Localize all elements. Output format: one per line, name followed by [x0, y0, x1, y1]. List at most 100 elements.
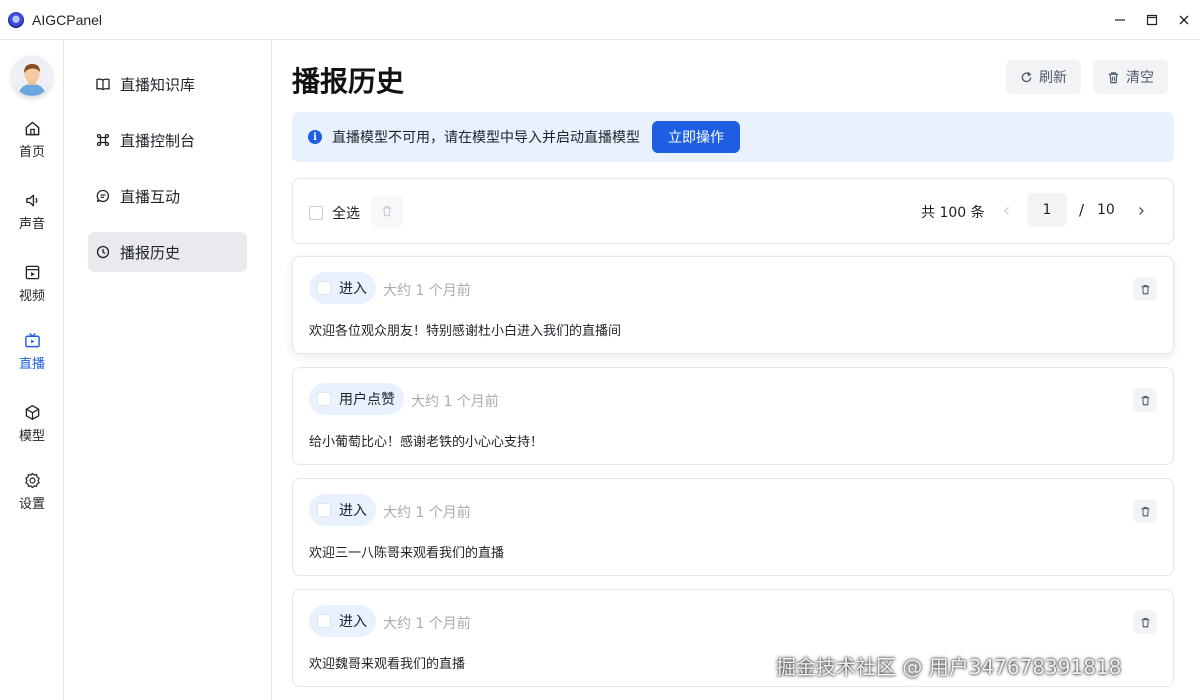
book-icon: [96, 78, 110, 91]
total-count: 共 100 条: [921, 205, 985, 221]
clear-label: 清空: [1126, 70, 1154, 86]
trash-icon: [1108, 71, 1119, 83]
rail-item-model[interactable]: 模型: [0, 396, 64, 452]
rail-item-settings[interactable]: 设置: [0, 464, 64, 520]
chevron-right-icon: [1139, 207, 1144, 215]
page-title: 播报历史: [292, 65, 405, 98]
message-time: 大约 1 个月前: [383, 283, 471, 299]
rail-item-home[interactable]: 首页: [0, 112, 64, 168]
submenu-item-knowledge[interactable]: 直播知识库: [88, 64, 247, 104]
refresh-label: 刷新: [1039, 70, 1067, 86]
close-icon: [1179, 15, 1189, 25]
title-bar: AIGCPanel: [0, 0, 1200, 40]
cube-icon: [25, 405, 39, 420]
delete-item-button[interactable]: [1133, 610, 1157, 634]
rail-item-label: 直播: [18, 357, 45, 372]
alert-text: 直播模型不可用，请在模型中导入并启动直播模型: [332, 130, 640, 146]
rail-item-label: 声音: [18, 217, 45, 232]
event-type: 用户点赞: [339, 392, 395, 408]
list-toolbar: 全选 共 100 条 / 10: [292, 178, 1174, 244]
avatar[interactable]: [12, 56, 52, 96]
submenu-item-interaction[interactable]: 直播互动: [88, 176, 247, 216]
live-tv-icon: [24, 332, 40, 348]
total-pages: 10: [1097, 202, 1115, 218]
list-item: 进入 大约 1 个月前 欢迎三一八陈哥来观看我们的直播: [292, 478, 1174, 576]
checkbox[interactable]: [317, 614, 331, 628]
submenu-item-console[interactable]: 直播控制台: [88, 120, 247, 160]
message-text: 欢迎魏哥来观看我们的直播: [309, 657, 466, 672]
delete-item-button[interactable]: [1133, 499, 1157, 523]
trash-icon: [1141, 506, 1149, 516]
checkbox[interactable]: [309, 206, 323, 220]
bulk-delete-button[interactable]: [371, 195, 403, 227]
main-content: 播报历史 刷新 清空 i 直播模型不可用，请在模型中导入并启动直播模型 立即操作…: [272, 40, 1200, 700]
checkbox[interactable]: [317, 281, 331, 295]
clear-all-button[interactable]: 清空: [1093, 60, 1168, 94]
event-type: 进入: [339, 503, 367, 519]
select-all-label: 全选: [332, 206, 360, 222]
submenu-item-label: 直播控制台: [120, 131, 196, 150]
command-icon: [96, 133, 110, 147]
sound-icon: [25, 194, 37, 207]
submenu-item-label: 播报历史: [120, 243, 181, 262]
event-type: 进入: [339, 281, 367, 297]
live-submenu: 直播知识库 直播控制台 直播互动 播报历史: [64, 40, 272, 700]
minimize-icon: [1115, 19, 1125, 21]
history-icon: [96, 245, 110, 259]
submenu-item-label: 直播互动: [120, 187, 181, 206]
minimize-button[interactable]: [1104, 0, 1136, 40]
delete-item-button[interactable]: [1133, 388, 1157, 412]
submenu-item-history[interactable]: 播报历史: [88, 232, 247, 272]
message-time: 大约 1 个月前: [411, 394, 499, 410]
window-controls: [1104, 0, 1200, 40]
nav-rail: 首页 声音 视频 直播 模型 设置: [0, 40, 64, 700]
prev-page-button[interactable]: [999, 201, 1015, 221]
chevron-left-icon: [1004, 207, 1009, 215]
checkbox[interactable]: [317, 503, 331, 517]
submenu-item-label: 直播知识库: [120, 75, 196, 94]
page-number-input[interactable]: [1027, 193, 1067, 227]
act-now-button[interactable]: 立即操作: [652, 121, 740, 153]
refresh-button[interactable]: 刷新: [1006, 60, 1081, 94]
avatar-icon: [12, 56, 52, 96]
event-tag[interactable]: 用户点赞: [309, 383, 404, 415]
page-separator: /: [1079, 201, 1085, 219]
event-tag[interactable]: 进入: [309, 605, 376, 637]
event-tag[interactable]: 进入: [309, 494, 376, 526]
rail-item-live[interactable]: 直播: [0, 324, 64, 380]
app-logo-icon: [8, 11, 24, 28]
video-icon: [25, 265, 39, 280]
gear-icon: [24, 472, 40, 489]
trash-icon: [382, 206, 392, 217]
rail-item-label: 模型: [18, 429, 45, 444]
refresh-icon: [1021, 71, 1032, 82]
event-type: 进入: [339, 614, 367, 630]
message-time: 大约 1 个月前: [383, 505, 471, 521]
info-icon: i: [308, 130, 322, 144]
close-button[interactable]: [1168, 0, 1200, 40]
list-item: 进入 大约 1 个月前 欢迎各位观众朋友！特别感谢杜小白进入我们的直播间: [292, 256, 1174, 354]
trash-icon: [1141, 284, 1149, 294]
event-tag[interactable]: 进入: [309, 272, 376, 304]
message-time: 大约 1 个月前: [383, 616, 471, 632]
message-text: 给小葡萄比心！感谢老铁的小心心支持！: [309, 435, 544, 450]
next-page-button[interactable]: [1133, 201, 1149, 221]
chat-icon: [96, 189, 109, 203]
rail-item-sound[interactable]: 声音: [0, 184, 64, 240]
rail-item-label: 设置: [18, 497, 45, 512]
trash-icon: [1141, 395, 1149, 405]
select-all-checkbox[interactable]: 全选: [309, 203, 360, 223]
message-text: 欢迎三一八陈哥来观看我们的直播: [309, 546, 505, 561]
message-text: 欢迎各位观众朋友！特别感谢杜小白进入我们的直播间: [309, 324, 622, 339]
trash-icon: [1141, 617, 1149, 627]
app-title: AIGCPanel: [32, 11, 103, 28]
delete-item-button[interactable]: [1133, 277, 1157, 301]
home-icon: [25, 121, 39, 136]
rail-item-label: 首页: [18, 145, 45, 160]
rail-item-label: 视频: [18, 289, 45, 304]
watermark: 掘金技术社区 @ 用户347678391818: [776, 655, 1122, 679]
checkbox[interactable]: [317, 392, 331, 406]
maximize-button[interactable]: [1136, 0, 1168, 40]
rail-item-video[interactable]: 视频: [0, 256, 64, 312]
list-item: 用户点赞 大约 1 个月前 给小葡萄比心！感谢老铁的小心心支持！: [292, 367, 1174, 465]
